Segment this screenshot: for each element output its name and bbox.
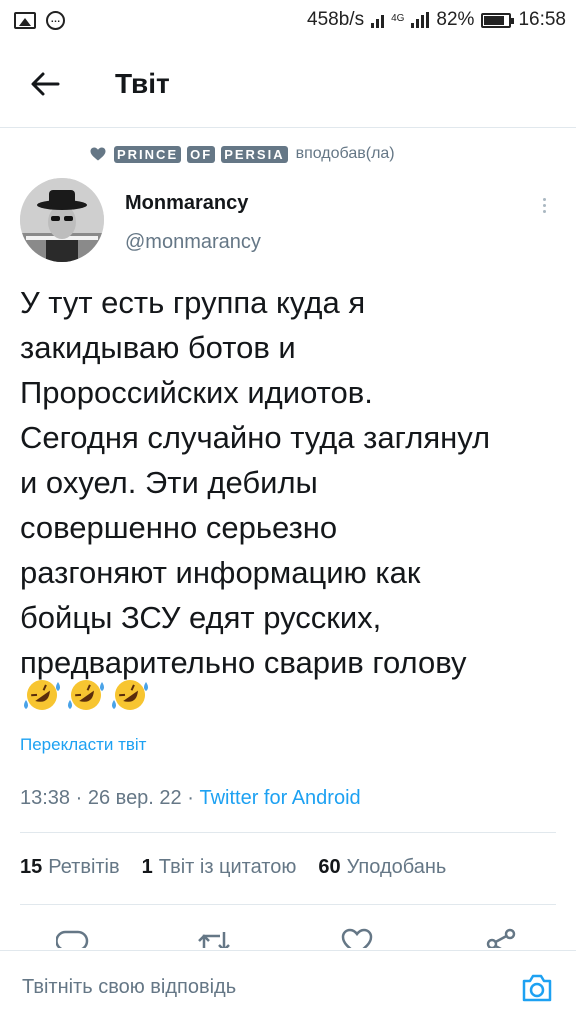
- likes-stat[interactable]: 60 Уподобань: [318, 856, 446, 879]
- meta-separator: ·: [75, 787, 83, 809]
- liker-word: PERSIA: [221, 145, 288, 163]
- page-title: Твіт: [115, 67, 170, 99]
- avatar[interactable]: [20, 178, 104, 262]
- battery-icon: [481, 12, 515, 28]
- tweet-emojis: [20, 676, 152, 714]
- rolling-on-floor-laughing-icon: [68, 680, 104, 710]
- tweet-source-link[interactable]: Twitter for Android: [199, 787, 360, 809]
- quotes-stat[interactable]: 1 Твіт із цитатою: [142, 856, 297, 879]
- clock: 16:58: [518, 9, 566, 30]
- network-speed: 458b/s: [307, 9, 365, 30]
- author-handle[interactable]: @monmarancy: [125, 231, 261, 254]
- likes-label: Уподобань: [346, 856, 447, 878]
- back-button[interactable]: [15, 54, 75, 114]
- tweet-date: 26 вер. 22: [87, 787, 182, 809]
- wifi-signal-icon: [371, 12, 385, 28]
- social-context[interactable]: PRINCE OF PERSIA вподобав(ла): [90, 145, 395, 163]
- rolling-on-floor-laughing-icon: [24, 680, 60, 710]
- rolling-on-floor-laughing-icon: [112, 680, 148, 710]
- reply-input[interactable]: Твітніть свою відповідь: [22, 976, 520, 999]
- battery-percent: 82%: [436, 9, 475, 30]
- likes-count: 60: [318, 856, 341, 878]
- camera-icon[interactable]: [520, 971, 554, 1005]
- liker-word: OF: [187, 145, 216, 163]
- reply-bar: Твітніть свою відповідь: [0, 950, 576, 1024]
- retweets-count: 15: [20, 856, 43, 878]
- translate-tweet-link[interactable]: Перекласти твіт: [20, 735, 146, 755]
- reply-icon[interactable]: [56, 928, 90, 948]
- author-name[interactable]: Monmarancy: [125, 192, 248, 215]
- share-icon[interactable]: [484, 928, 518, 948]
- heart-icon: [90, 147, 106, 161]
- divider: [20, 832, 556, 833]
- top-app-bar: Твіт: [0, 40, 576, 128]
- cell-signal-icon: [411, 12, 430, 28]
- quotes-label: Твіт із цитатою: [158, 856, 297, 878]
- tweet-meta: 13:38 · 26 вер. 22 · Twitter for Android: [20, 787, 361, 810]
- quotes-count: 1: [141, 856, 153, 878]
- divider: [20, 904, 556, 905]
- like-icon[interactable]: [340, 928, 374, 948]
- social-action: вподобав(ла): [295, 145, 395, 162]
- retweets-stat[interactable]: 15 Ретвітів: [20, 856, 120, 879]
- image-icon: [14, 11, 36, 29]
- retweets-label: Ретвітів: [48, 856, 120, 878]
- avatar-image: [20, 178, 104, 262]
- network-type: 4G: [391, 13, 405, 24]
- arrow-left-icon: [31, 72, 60, 95]
- retweet-icon[interactable]: [196, 928, 232, 948]
- liker-word: PRINCE: [114, 145, 182, 163]
- more-options-icon[interactable]: [532, 193, 556, 217]
- tweet-actions: [0, 920, 576, 948]
- meta-separator: ·: [187, 787, 194, 809]
- liker-name[interactable]: PRINCE OF PERSIA: [114, 145, 288, 163]
- tweet-stats: 15 Ретвітів 1 Твіт із цитатою 60 Уподобань: [20, 856, 446, 879]
- chat-icon: …: [46, 10, 65, 30]
- tweet-text: У тут есть группа куда я закидываю ботов…: [20, 285, 491, 680]
- status-bar: … 458b/s 4G 82% 16:58: [0, 0, 576, 40]
- tweet-time: 13:38: [20, 787, 71, 809]
